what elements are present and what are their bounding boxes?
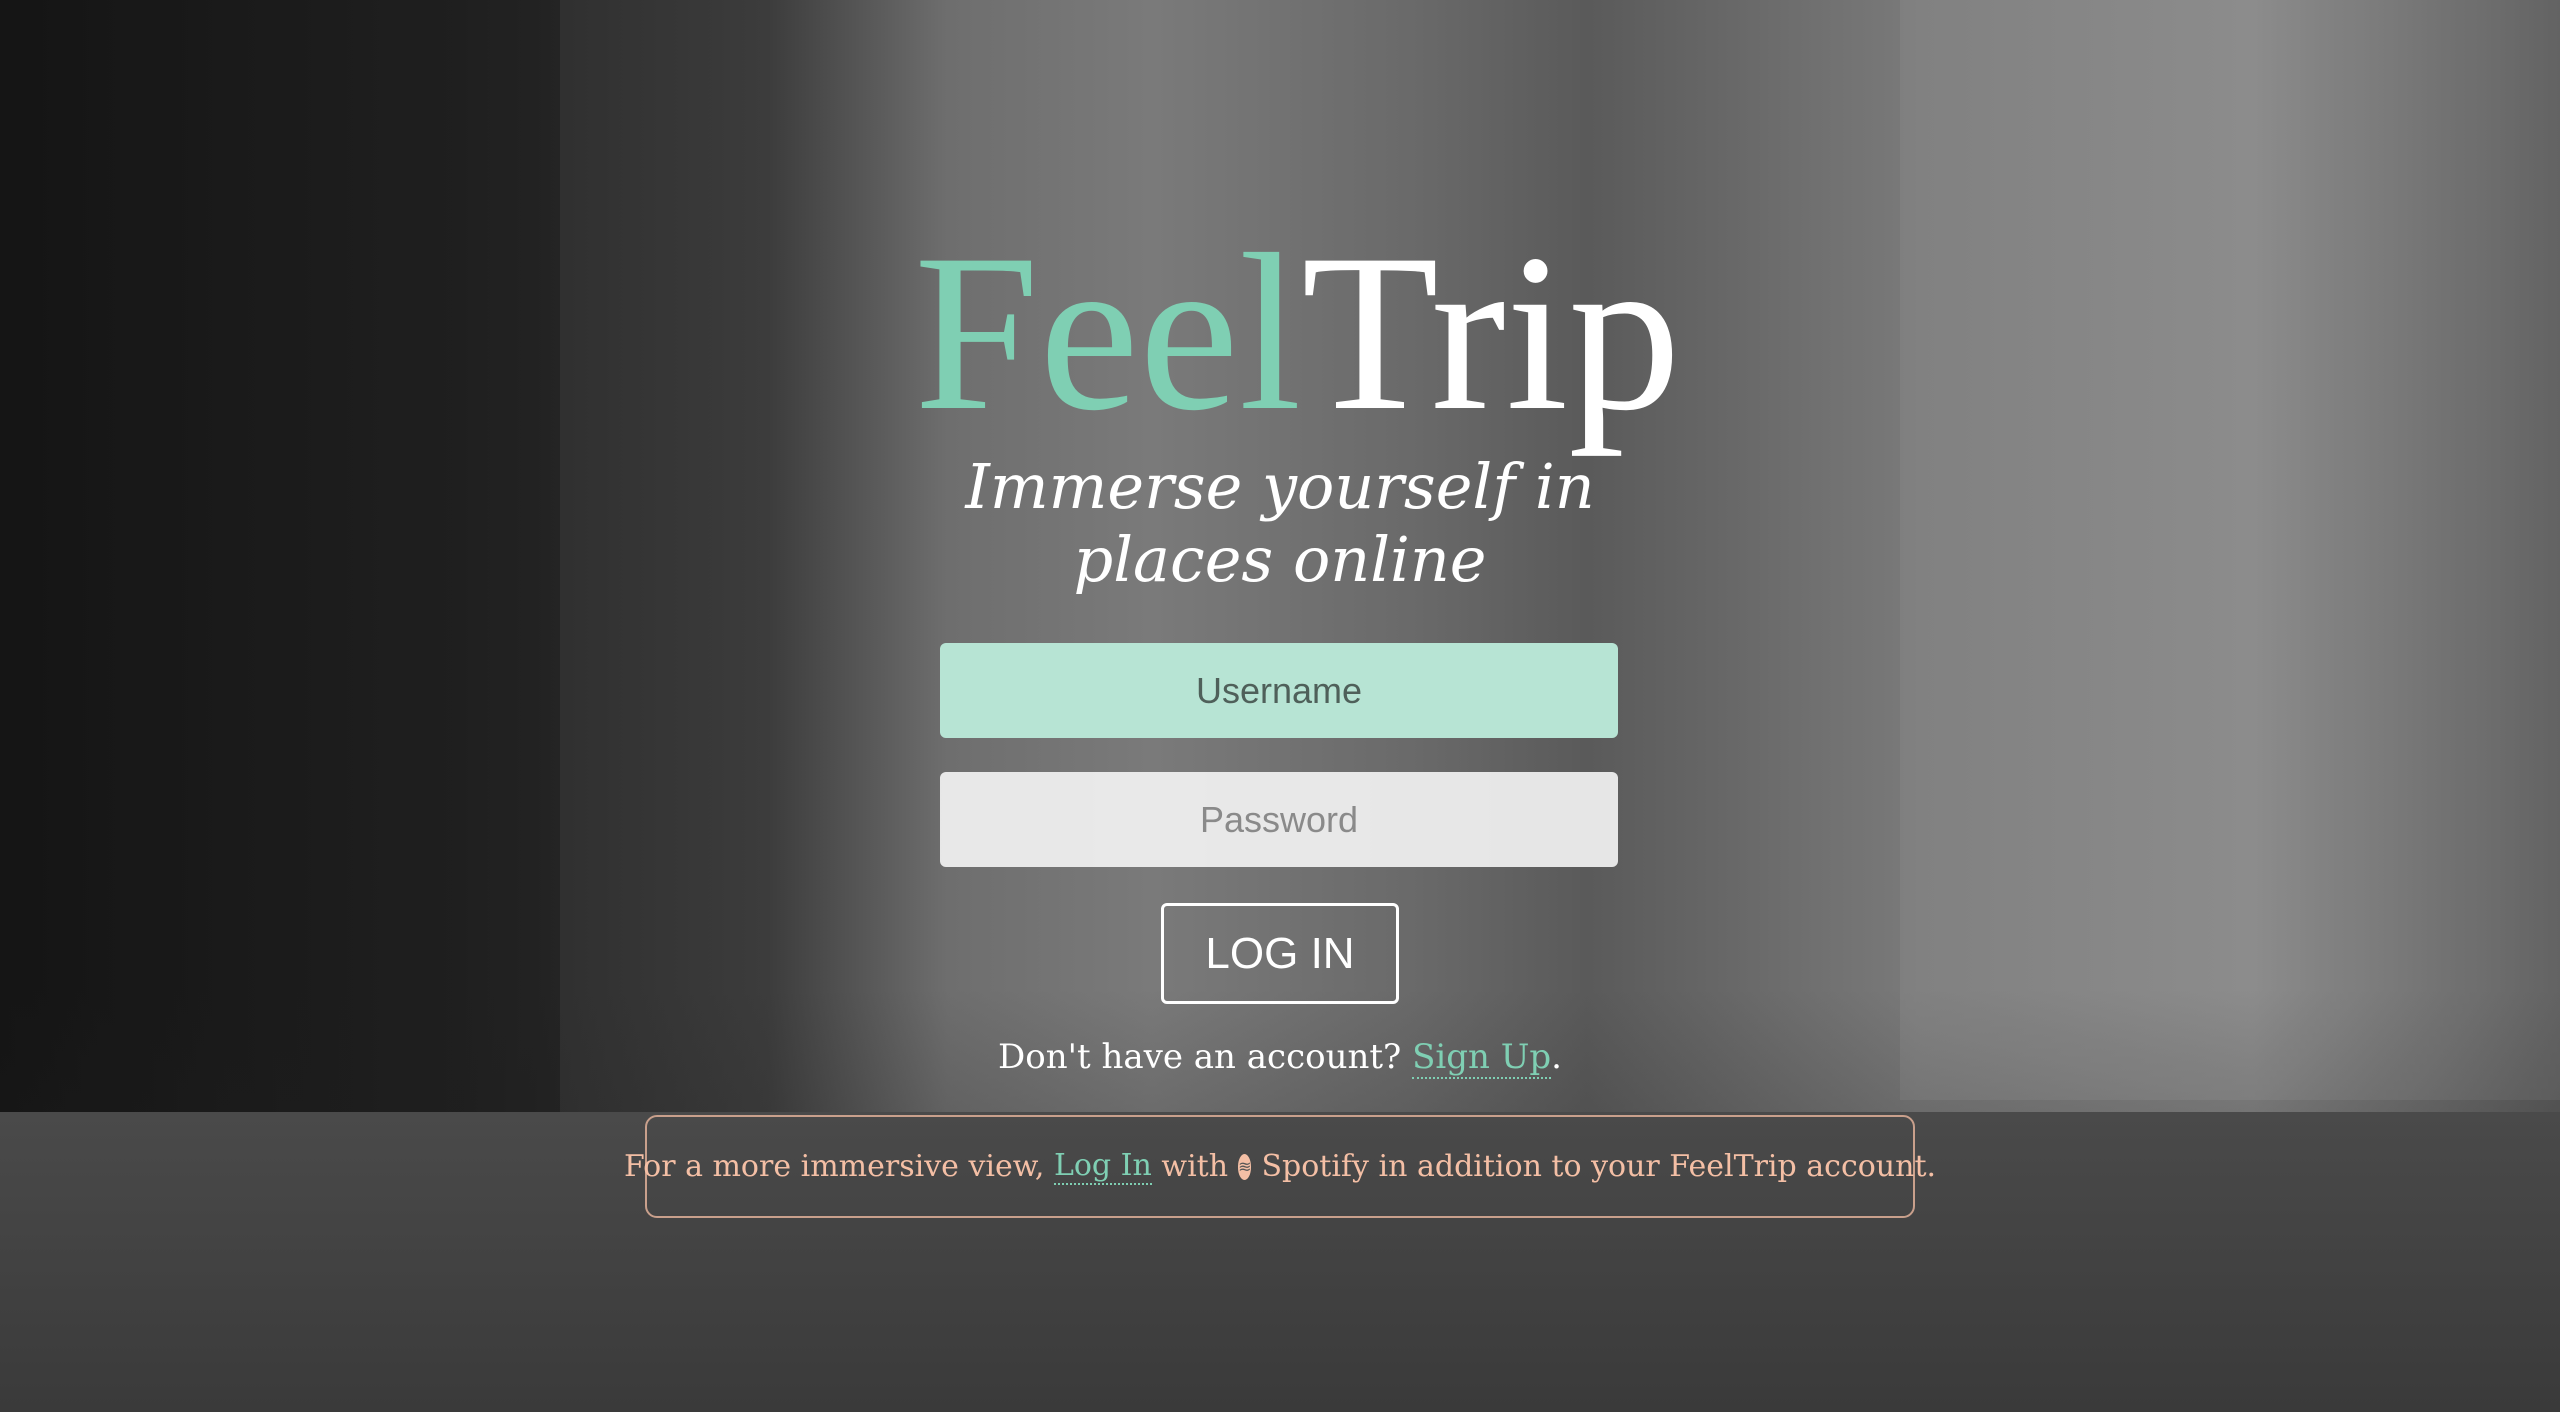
app-logo: FeelTrip [914,220,1681,445]
signup-text: Don't have an account? [998,1037,1402,1077]
logo-trip: Trip [1301,207,1681,457]
spotify-notice: For a more immersive view, Log In with ≋ S… [624,1115,1936,1218]
login-button[interactable]: LOG IN [1161,903,1399,1004]
username-input[interactable] [940,643,1618,738]
spotify-prefix: For a more immersive view, [623,1149,1045,1184]
spotify-login-link[interactable]: Log In [1053,1148,1152,1185]
signup-prompt: Don't have an account? Sign Up. [0,1037,2560,1079]
background-building-right [1900,0,2560,1100]
logo-feel: Feel [914,207,1302,457]
spotify-icon: ≋ [1238,1153,1252,1180]
spotify-suffix: Spotify in addition to your FeelTrip acc… [1261,1149,1937,1184]
spotify-middle: with [1161,1149,1229,1184]
password-input[interactable] [940,772,1618,867]
tagline: Immerse yourself in places online [965,450,1595,596]
signup-link[interactable]: Sign Up [1412,1037,1552,1079]
background-building-left [0,0,560,1150]
signup-suffix: . [1551,1037,1562,1077]
